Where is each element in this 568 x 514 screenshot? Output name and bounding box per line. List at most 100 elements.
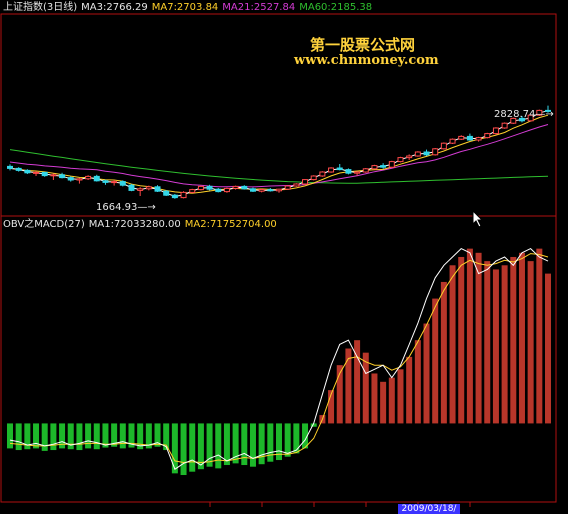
- candle-up: [484, 133, 491, 139]
- candle-down: [59, 174, 66, 179]
- candle-up: [362, 168, 369, 173]
- candle-up: [432, 148, 439, 156]
- candle-up: [328, 167, 335, 173]
- obv-bar-negative: [7, 423, 13, 449]
- obv-bar-positive: [545, 273, 551, 424]
- candle-up: [293, 183, 300, 187]
- candle-up: [492, 127, 499, 135]
- obv-bar-positive: [345, 348, 352, 424]
- candle-down: [336, 167, 343, 171]
- candle-up: [223, 187, 230, 193]
- obv-bar-positive: [501, 265, 508, 424]
- obv-bar-negative: [85, 423, 92, 449]
- candle-up: [449, 138, 456, 144]
- obv-bar-positive: [510, 256, 517, 424]
- obv-bar-negative: [241, 423, 248, 466]
- candle-down: [163, 190, 170, 196]
- price-legend-item-2: MA7:2703.84: [151, 2, 219, 13]
- obv-bar-positive: [527, 261, 534, 424]
- candle-down: [15, 167, 22, 171]
- obv-bar-negative: [41, 423, 48, 451]
- candle-down: [102, 180, 109, 183]
- obv-bar-positive: [458, 256, 465, 424]
- price-legend-item-3: MA21:2527.84: [222, 2, 296, 13]
- obv-bar-negative: [93, 423, 100, 450]
- candle-up: [137, 188, 144, 191]
- obv-bar-negative: [33, 423, 40, 449]
- candle-down: [380, 165, 387, 168]
- candle-up: [145, 186, 152, 190]
- obv-bar-positive: [449, 265, 456, 424]
- indicator-legend-item-1: MA1:72033280.00: [88, 219, 181, 230]
- obv-bar-negative: [50, 423, 57, 451]
- candle-up: [76, 178, 83, 181]
- candle-up: [111, 181, 118, 184]
- candle-down: [93, 175, 100, 182]
- price-legend-item-1: MA3:2766.29: [81, 2, 148, 13]
- date-cursor-tag: 2009/03/18/四: [398, 504, 460, 514]
- obv-bar-positive: [475, 252, 482, 424]
- candle-down: [41, 171, 48, 177]
- candle-up: [501, 122, 508, 129]
- obv-bar-negative: [249, 423, 256, 467]
- indicator-legend-item-2: MA2:71752704.00: [184, 219, 277, 230]
- obv-bar-negative: [215, 423, 222, 469]
- candle-up: [319, 171, 326, 177]
- candle-down: [154, 186, 161, 192]
- ma3-line: [9, 110, 549, 197]
- watermark-title: 第一股票公式网: [310, 36, 416, 54]
- candle-up: [388, 161, 395, 168]
- obv-bar-negative: [171, 423, 178, 474]
- obv-bar-positive: [362, 352, 369, 424]
- candle-down: [215, 188, 222, 193]
- candle-up: [33, 171, 40, 174]
- candle-up: [85, 175, 92, 180]
- candle-down: [249, 188, 256, 192]
- obv-bar-positive: [432, 298, 439, 424]
- obv-bar-positive: [492, 269, 499, 424]
- high-price-label: 2828.74—→: [494, 109, 554, 120]
- indicator-legend-item-0: OBV之MACD(27): [3, 219, 85, 230]
- obv-bar-negative: [267, 423, 274, 462]
- candle-up: [197, 185, 204, 191]
- candle-up: [440, 142, 447, 150]
- obv-bar-negative: [76, 423, 83, 451]
- candle-down: [267, 189, 274, 192]
- candle-down: [24, 169, 31, 174]
- candle-down: [119, 181, 126, 186]
- candle-up: [310, 175, 317, 181]
- price-legend: 上证指数(3日线) MA3:2766.29 MA7:2703.84 MA21:2527…: [3, 2, 376, 14]
- candle-down: [171, 194, 178, 199]
- obv-bar-positive: [414, 340, 421, 424]
- obv-bar-positive: [406, 356, 413, 424]
- candle-down: [128, 184, 135, 191]
- obv-bar-positive: [466, 248, 473, 424]
- obv-bar-negative: [189, 423, 196, 472]
- candle-up: [414, 151, 421, 157]
- candle-up: [189, 189, 196, 193]
- obv-bar-positive: [388, 377, 395, 424]
- obv-bar-negative: [180, 423, 187, 476]
- candle-up: [406, 155, 413, 159]
- obv-bar-positive: [536, 248, 543, 424]
- candle-up: [371, 165, 378, 170]
- low-price-label: 1664.93—→: [96, 202, 156, 213]
- candle-up: [302, 179, 309, 185]
- candle-up: [284, 185, 291, 190]
- obv-bar-positive: [371, 373, 378, 424]
- obv-bar-negative: [15, 423, 22, 451]
- candle-up: [276, 188, 282, 192]
- indicator-legend: OBV之MACD(27) MA1:72033280.00 MA2:71752704.…: [3, 219, 281, 231]
- candle-down: [67, 177, 74, 181]
- candle-down: [241, 185, 248, 190]
- candle-up: [232, 185, 239, 189]
- price-legend-item-4: MA60:2185.38: [299, 2, 373, 13]
- candle-up: [50, 174, 57, 177]
- obv-bar-positive: [440, 281, 447, 424]
- obv-bar-negative: [258, 423, 265, 465]
- candle-up: [397, 157, 404, 163]
- chart-canvas[interactable]: 1664.93—→ 2828.74—→: [0, 0, 568, 514]
- candle-down: [206, 185, 213, 190]
- obv-bar-positive: [380, 381, 387, 424]
- candle-down: [466, 135, 473, 141]
